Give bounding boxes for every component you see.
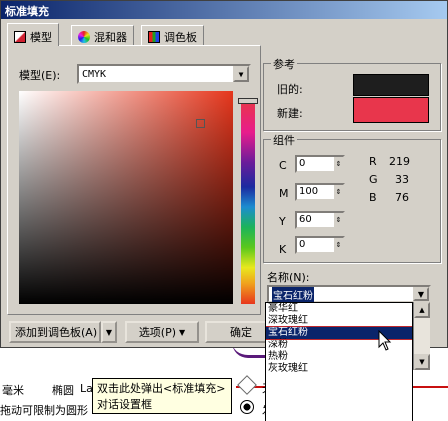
old-color-label: 旧的: bbox=[277, 83, 303, 96]
k-value: 0 bbox=[299, 239, 306, 250]
model-select[interactable]: CMYK ▼ bbox=[77, 64, 251, 84]
components-group bbox=[263, 139, 441, 263]
palette-grid-icon bbox=[148, 31, 160, 43]
status-layer: La bbox=[80, 382, 93, 395]
new-color-label: 新建: bbox=[277, 107, 303, 120]
add-to-palette-dropdown[interactable]: ▼ bbox=[101, 321, 117, 343]
tab-palette-label: 调色板 bbox=[164, 31, 197, 44]
m-label: M bbox=[279, 187, 289, 200]
model-label: 模型(E): bbox=[19, 69, 61, 82]
add-to-palette-button[interactable]: 添加到调色板(A) bbox=[9, 321, 101, 343]
y-value: 60 bbox=[299, 214, 312, 225]
new-color-swatch bbox=[353, 97, 429, 123]
status-hint: 拖动可限制为圆形 bbox=[0, 404, 88, 417]
outline-icon bbox=[240, 400, 254, 414]
k-spin-icon[interactable]: ⇕ bbox=[334, 238, 343, 252]
c-value: 0 bbox=[299, 158, 306, 169]
tab-model-label: 模型 bbox=[30, 30, 52, 44]
y-label: Y bbox=[279, 215, 286, 228]
model-square-icon bbox=[14, 30, 26, 43]
tooltip-line-1: 双击此处弹出<标准填充> bbox=[97, 382, 226, 395]
c-value-input[interactable]: 0 ⇕ bbox=[295, 155, 345, 173]
list-item[interactable]: 灰玫瑰红 bbox=[266, 363, 412, 375]
m-spin-icon[interactable]: ⇕ bbox=[334, 185, 343, 199]
tab-mixer[interactable]: 混和器 bbox=[71, 25, 134, 45]
status-units: 毫米 bbox=[2, 384, 24, 397]
components-legend: 组件 bbox=[271, 132, 297, 148]
uniform-fill-dialog: 标准填充 模型 混和器 调色板 模型(E): CMYK ▼ 参考 旧的: 新建:… bbox=[0, 0, 448, 348]
name-select-value: 宝石红粉 bbox=[272, 286, 314, 302]
m-value-input[interactable]: 100 ⇕ bbox=[295, 183, 345, 201]
mixer-wheel-icon bbox=[78, 31, 90, 43]
b-label: B bbox=[369, 191, 377, 204]
dialog-title: 标准填充 bbox=[1, 1, 447, 19]
options-button[interactable]: 选项(P) ▼ bbox=[125, 321, 199, 343]
list-item[interactable]: 深玫瑰红 bbox=[266, 315, 412, 327]
chevron-down-icon: ▼ bbox=[179, 327, 186, 337]
y-spin-icon[interactable]: ⇕ bbox=[334, 213, 343, 227]
y-value-input[interactable]: 60 ⇕ bbox=[295, 211, 345, 229]
g-value: 33 bbox=[395, 173, 409, 186]
reference-legend: 参考 bbox=[271, 56, 297, 72]
scroll-up-icon[interactable]: ▲ bbox=[414, 302, 430, 318]
fill-none-icon bbox=[237, 375, 257, 395]
tooltip-line-2: 对话设置框 bbox=[97, 398, 152, 411]
color-picker-handle[interactable] bbox=[196, 119, 205, 128]
k-value-input[interactable]: 0 ⇕ bbox=[295, 236, 345, 254]
list-item[interactable]: 热粉 bbox=[266, 351, 412, 363]
c-spin-icon[interactable]: ⇕ bbox=[334, 157, 343, 171]
tab-model[interactable]: 模型 bbox=[7, 23, 59, 46]
tooltip: 双击此处弹出<标准填充> 对话设置框 bbox=[92, 378, 232, 414]
b-value: 76 bbox=[395, 191, 409, 204]
name-select[interactable]: 宝石红粉 ▼ bbox=[267, 285, 431, 303]
list-item[interactable]: 豪华红 bbox=[266, 303, 412, 315]
hue-slider-handle[interactable] bbox=[238, 98, 258, 104]
c-label: C bbox=[279, 159, 287, 172]
tab-mixer-label: 混和器 bbox=[94, 31, 127, 44]
model-select-value: CMYK bbox=[82, 68, 107, 80]
chevron-down-icon[interactable]: ▼ bbox=[413, 287, 429, 301]
name-dropdown-list: 豪华红 深玫瑰红 宝石红粉 深粉 热粉 灰玫瑰红 bbox=[265, 302, 413, 421]
g-label: G bbox=[369, 173, 378, 186]
r-label: R bbox=[369, 155, 377, 168]
chevron-down-icon[interactable]: ▼ bbox=[233, 66, 249, 82]
k-label: K bbox=[279, 243, 287, 256]
chevron-down-icon: ▼ bbox=[105, 327, 113, 337]
status-ellipse: 椭圆 bbox=[52, 384, 74, 397]
dropdown-scrollbar[interactable]: ▲ ▼ bbox=[413, 302, 430, 370]
name-label: 名称(N): bbox=[267, 271, 310, 284]
hue-slider[interactable] bbox=[241, 102, 255, 304]
m-value: 100 bbox=[299, 186, 319, 197]
tab-palette[interactable]: 调色板 bbox=[141, 25, 204, 45]
mouse-cursor-icon bbox=[378, 330, 392, 351]
scroll-down-icon[interactable]: ▼ bbox=[414, 354, 430, 370]
r-value: 219 bbox=[389, 155, 410, 168]
old-color-swatch bbox=[353, 74, 429, 96]
